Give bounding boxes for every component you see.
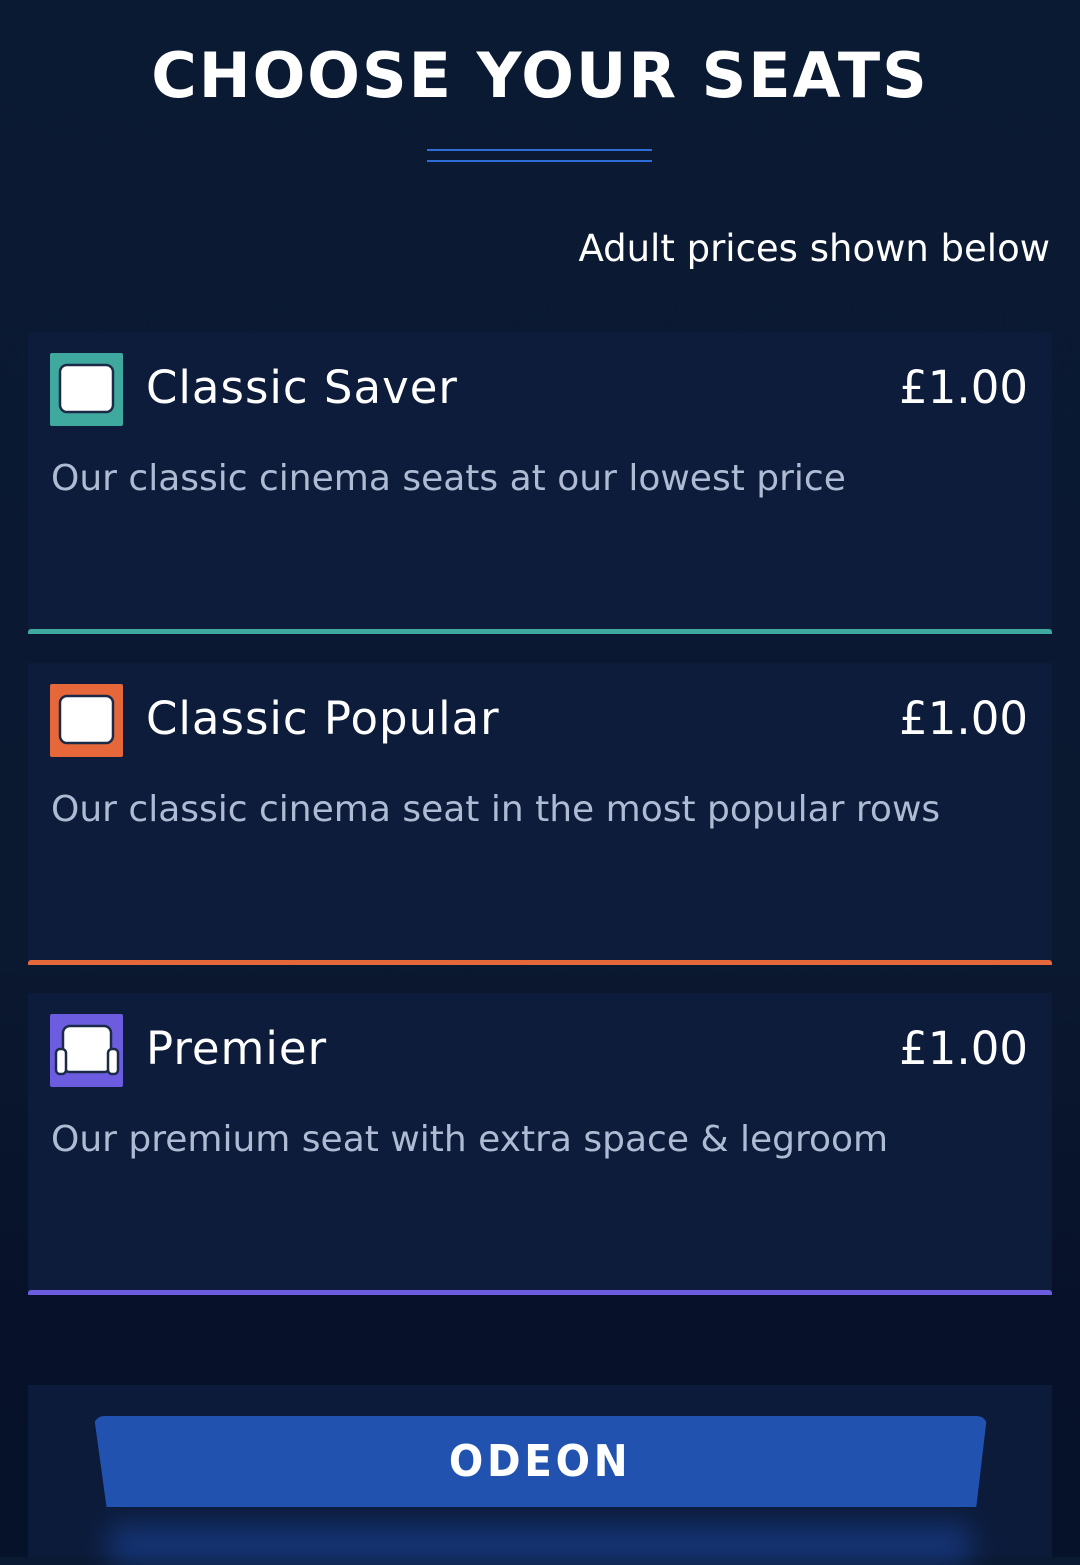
seat-type-name: Classic Saver [146, 361, 458, 414]
brand-logo-text: ODEON [449, 1436, 632, 1487]
seat-type-description: Our classic cinema seat in the most popu… [51, 789, 941, 830]
odeon-logo: ODEON [94, 1416, 987, 1507]
seat-icon [50, 684, 123, 757]
seat-type-name: Premier [146, 1022, 328, 1075]
seat-type-name: Classic Popular [146, 692, 500, 745]
price-note: Adult prices shown below [578, 227, 1050, 270]
seat-type-price: £1.00 [899, 692, 1028, 745]
seat-icon [50, 353, 123, 426]
seat-type-description: Our classic cinema seats at our lowest p… [51, 458, 846, 499]
page-title: CHOOSE YOUR SEATS [151, 39, 929, 112]
accent-line [28, 1290, 1052, 1295]
accent-line [28, 629, 1052, 634]
seat-type-card-classic-popular: Classic Popular £1.00 Our classic cinema… [28, 663, 1052, 965]
accent-line [28, 960, 1052, 965]
seat-type-price: £1.00 [899, 361, 1028, 414]
title-divider [427, 160, 652, 162]
title-divider [427, 149, 652, 151]
seat-type-price: £1.00 [899, 1022, 1028, 1075]
footer-glow [110, 1525, 970, 1565]
armchair-icon [50, 1014, 123, 1087]
seat-type-card-classic-saver: Classic Saver £1.00 Our classic cinema s… [28, 332, 1052, 634]
seat-type-card-premier: Premier £1.00 Our premium seat with extr… [28, 993, 1052, 1295]
seat-type-description: Our premium seat with extra space & legr… [51, 1119, 889, 1160]
